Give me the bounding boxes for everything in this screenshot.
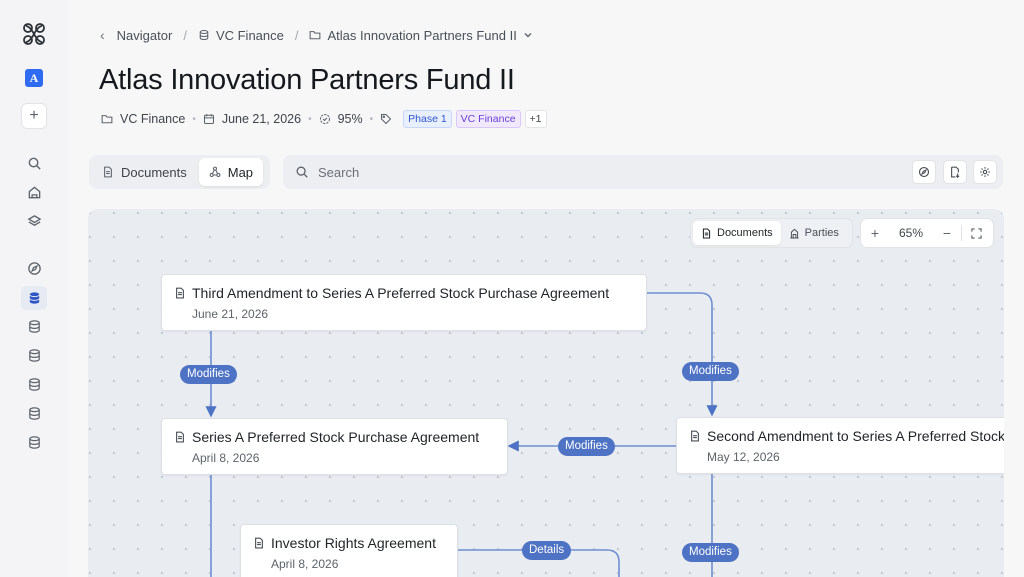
search-bar [283,155,1003,189]
progress-icon [319,113,330,125]
zoom-in-button[interactable]: + [861,225,889,241]
document-icon [104,166,112,178]
meta-progress: 95% [337,112,363,126]
node-date: April 8, 2026 [192,451,260,465]
edge-label-details[interactable]: Details [522,541,572,560]
map-canvas[interactable]: Documents Parties + 65% − Third Amendmen… [88,209,1004,577]
breadcrumb-separator: / [183,27,187,43]
compass-icon [918,166,930,178]
node-date: April 8, 2026 [271,557,339,571]
chevron-down-icon[interactable] [523,30,533,40]
node-title: Series A Preferred Stock Purchase Agreem… [192,429,480,445]
meta-date: June 21, 2026 [221,112,302,126]
database-icon[interactable] [22,401,46,425]
meta-separator: • [192,113,196,125]
meta-separator: • [308,113,312,125]
view-toggle: Documents Map [89,155,270,189]
file-export-icon [951,166,960,178]
tag-more-count[interactable]: +1 [524,110,547,128]
database-icon[interactable] [22,314,46,338]
document-node[interactable]: Investor Rights Agreement April 8, 2026 [240,524,458,577]
document-node[interactable]: Third Amendment to Series A Preferred St… [161,274,647,331]
database-icon [199,29,209,41]
export-button[interactable] [943,160,967,184]
calendar-icon [203,114,214,125]
node-date: May 12, 2026 [707,450,780,464]
search-icon [296,166,308,178]
zoom-out-button[interactable]: − [933,225,961,241]
node-title: Investor Rights Agreement [271,535,436,551]
meta-separator: • [369,113,374,125]
page-title: Atlas Innovation Partners Fund II [99,64,515,96]
database-icon[interactable] [22,430,46,454]
database-icon[interactable] [22,372,46,396]
node-date: June 21, 2026 [192,307,269,321]
mode-documents[interactable]: Documents [693,221,781,245]
node-title: Third Amendment to Series A Preferred St… [192,285,610,301]
left-rail: A + [0,0,68,577]
edge-label-modifies[interactable]: Modifies [682,543,739,562]
folder-icon [101,115,113,124]
search-icon[interactable] [22,151,46,175]
tab-map-label: Map [227,164,254,180]
meta-project: VC Finance [120,112,186,126]
document-node[interactable]: Series A Preferred Stock Purchase Agreem… [161,418,508,475]
tag-phase-1[interactable]: Phase 1 [403,110,452,128]
document-icon [255,537,263,549]
breadcrumb: ‹ Navigator / VC Finance / Atlas Innovat… [100,26,533,44]
node-title: Second Amendment to Series A Preferred S… [707,428,1004,444]
metadata-row: VC Finance • June 21, 2026 • 95% • Phase… [101,110,547,128]
tag-icon [381,113,392,125]
breadcrumb-separator: / [294,27,299,43]
layers-icon[interactable] [22,209,46,233]
fullscreen-button[interactable] [962,227,990,239]
zoom-control: + 65% − [860,218,994,248]
edge-label-modifies[interactable]: Modifies [180,365,237,384]
tab-documents-label: Documents [121,164,187,180]
home-icon[interactable] [22,180,46,204]
edge-label-modifies[interactable]: Modifies [558,437,615,456]
graph-icon [209,166,221,178]
compass-icon[interactable] [22,256,46,280]
database-icon[interactable] [22,343,46,367]
search-input[interactable] [318,164,878,180]
zoom-level: 65% [898,226,924,240]
app-logo-icon[interactable] [21,21,47,47]
back-chevron-icon[interactable]: ‹ [100,27,105,43]
mode-parties[interactable]: Parties [781,221,847,245]
document-icon [702,228,711,238]
edge-modifies[interactable] [647,292,718,417]
breadcrumb-item-fund[interactable]: Atlas Innovation Partners Fund II [327,28,516,43]
fullscreen-icon [970,227,982,239]
tag-vc-finance[interactable]: VC Finance [455,110,521,128]
document-node[interactable]: Second Amendment to Series A Preferred S… [676,417,1004,474]
tab-map[interactable]: Map [198,158,264,186]
add-button[interactable]: + [21,103,47,129]
tab-documents[interactable]: Documents [92,158,197,186]
edge-layer [205,292,718,577]
database-icon[interactable] [22,286,46,310]
gear-icon [980,167,990,177]
edge-label-modifies[interactable]: Modifies [682,362,739,381]
graph-mode-toggle: Documents Parties [690,218,853,248]
building-icon [790,228,799,238]
settings-button[interactable] [973,160,997,184]
mode-parties-label: Parties [804,227,839,239]
document-icon [176,287,184,299]
breadcrumb-item-navigator[interactable]: Navigator [117,28,173,43]
document-icon [176,431,184,443]
folder-icon [310,31,321,40]
breadcrumb-item-vc-finance[interactable]: VC Finance [216,28,284,43]
compass-button[interactable] [912,160,936,184]
mode-documents-label: Documents [717,227,773,239]
workspace-avatar[interactable]: A [25,69,43,87]
document-icon [691,430,699,442]
